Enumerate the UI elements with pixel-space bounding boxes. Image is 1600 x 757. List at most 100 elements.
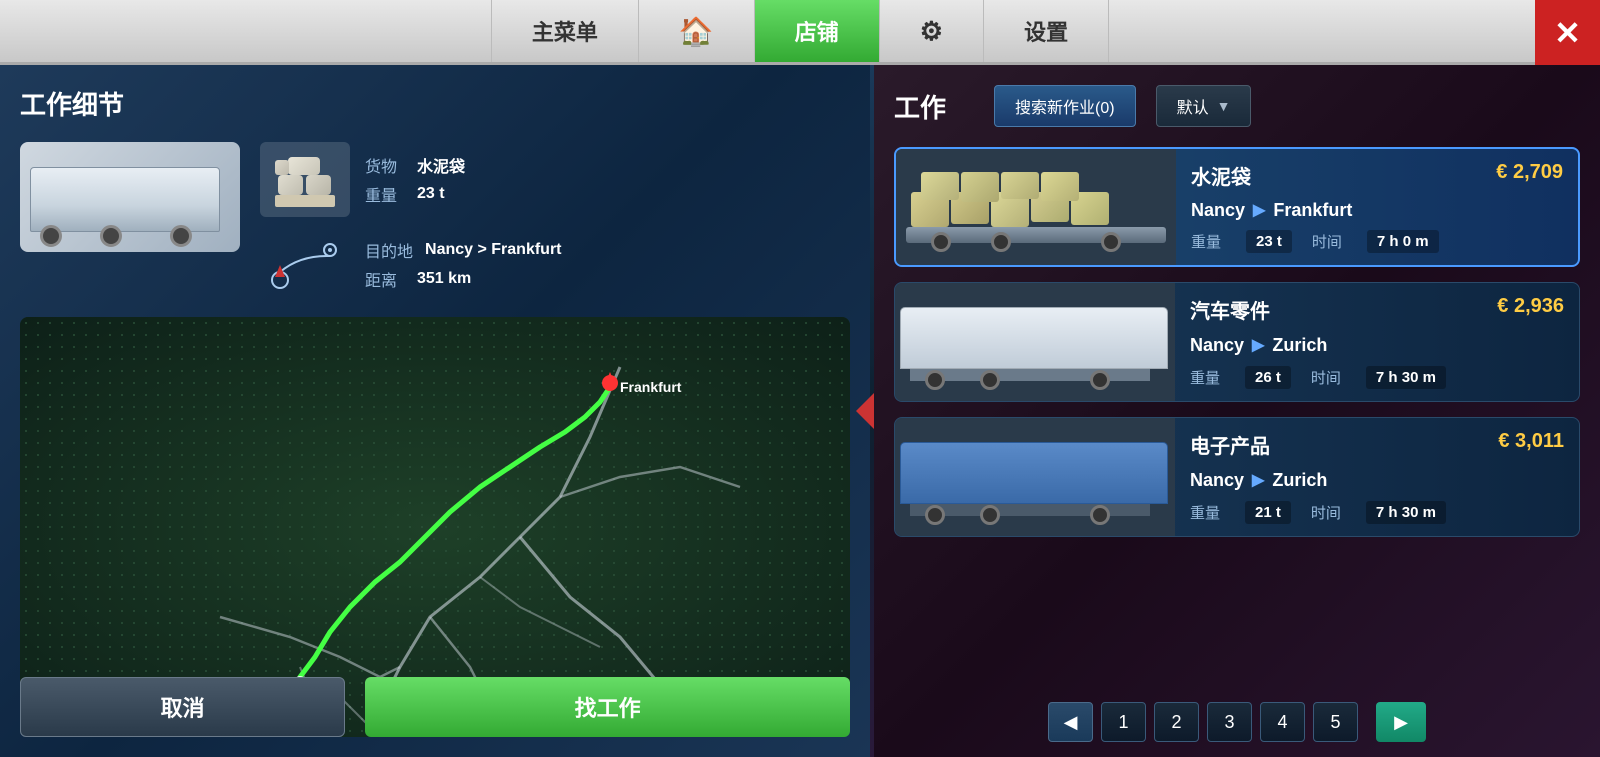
truck-image [20, 142, 240, 252]
job-info-box: 货物 水泥袋 重量 23 t [260, 142, 850, 302]
cargo-label: 货物 [365, 153, 405, 177]
job-card-2[interactable]: 汽车零件 € 2,936 Nancy ▶ Zurich 重量 26 t 时间 7… [894, 282, 1580, 402]
cargo-text-info: 货物 水泥袋 重量 23 t [365, 153, 465, 206]
store-label: 店铺 [795, 15, 839, 47]
route-arrow-icon-2: ▶ [1252, 335, 1264, 355]
default-label: 默认 [1177, 94, 1209, 118]
settings-label: 设置 [1024, 15, 1068, 47]
job-card-info-3: 电子产品 € 3,011 Nancy ▶ Zurich 重量 21 t 时间 7… [1175, 418, 1579, 536]
weight-value-1: 23 t [1246, 230, 1292, 253]
map-svg-overlay: Frankfurt Nancy [20, 317, 850, 737]
job-cargo-name-1: 水泥袋 [1191, 161, 1251, 190]
nav-main-menu[interactable]: 主菜单 [491, 0, 639, 62]
left-panel-job-details: 工作细节 [0, 65, 870, 757]
next-page-button[interactable]: ▶ [1376, 702, 1426, 742]
route-icon [265, 235, 345, 295]
job-card-header-3: 电子产品 € 3,011 [1190, 430, 1564, 459]
time-value-2: 7 h 30 m [1366, 366, 1446, 389]
time-value-1: 7 h 0 m [1367, 230, 1439, 253]
page-1-button[interactable]: 1 [1101, 702, 1146, 742]
job-from-1: Nancy [1191, 200, 1245, 221]
job-to-3: Zurich [1272, 470, 1327, 491]
job-card-info-2: 汽车零件 € 2,936 Nancy ▶ Zurich 重量 26 t 时间 7… [1175, 283, 1579, 401]
job-stats-3: 重量 21 t 时间 7 h 30 m [1190, 501, 1564, 524]
destination-line: 目的地 Nancy > Frankfurt [365, 238, 562, 262]
job-card-image-3 [895, 418, 1175, 536]
destination-row: 目的地 Nancy > Frankfurt 距离 351 km [260, 227, 850, 302]
job-card-header-2: 汽车零件 € 2,936 [1190, 295, 1564, 324]
left-arrow-indicator [856, 393, 874, 429]
job-card-info-1: 水泥袋 € 2,709 Nancy ▶ Frankfurt 重量 23 t 时间… [1176, 149, 1578, 265]
page-4-button[interactable]: 4 [1260, 702, 1305, 742]
job-stats-2: 重量 26 t 时间 7 h 30 m [1190, 366, 1564, 389]
nav-home[interactable]: 🏠 [639, 0, 755, 62]
svg-text:Frankfurt: Frankfurt [620, 379, 682, 395]
nav-gear[interactable]: ⚙ [880, 0, 984, 62]
job-route-2: Nancy ▶ Zurich [1190, 335, 1564, 356]
cancel-button[interactable]: 取消 [20, 677, 345, 737]
weight-line: 重量 23 t [365, 182, 465, 206]
job-route-1: Nancy ▶ Frankfurt [1191, 200, 1563, 221]
wheel-right [170, 225, 192, 247]
nav-store[interactable]: 店铺 [755, 0, 880, 62]
gear-icon: ⚙ [920, 16, 943, 47]
close-button[interactable]: ✕ [1535, 0, 1600, 65]
page-2-button[interactable]: 2 [1154, 702, 1199, 742]
home-icon: 🏠 [679, 15, 714, 48]
right-panel-jobs: 工作 搜索新作业(0) 默认 ▼ [874, 65, 1600, 757]
right-panel-header: 工作 搜索新作业(0) 默认 ▼ [894, 85, 1580, 127]
weight-value-3: 21 t [1245, 501, 1291, 524]
weight-value: 23 t [417, 185, 445, 203]
destination-text-info: 目的地 Nancy > Frankfurt 距离 351 km [365, 238, 562, 291]
distance-value: 351 km [417, 270, 471, 288]
pagination: ◀ 1 2 3 4 5 ▶ [894, 702, 1580, 742]
cargo-pallet-icon [270, 152, 340, 207]
job-from-2: Nancy [1190, 335, 1244, 356]
cargo-value: 水泥袋 [417, 153, 465, 177]
cargo-name-line: 货物 水泥袋 [365, 153, 465, 177]
search-new-job-button[interactable]: 搜索新作业(0) [994, 85, 1136, 127]
bottom-buttons: 取消 找工作 [20, 677, 850, 737]
weight-value-2: 26 t [1245, 366, 1291, 389]
time-label-2: 时间 [1311, 367, 1341, 388]
cargo-row: 货物 水泥袋 重量 23 t [260, 142, 850, 217]
weight-label: 重量 [365, 182, 405, 206]
route-arrow-icon-3: ▶ [1252, 470, 1264, 490]
job-stats-1: 重量 23 t 时间 7 h 0 m [1191, 230, 1563, 253]
job-card[interactable]: 水泥袋 € 2,709 Nancy ▶ Frankfurt 重量 23 t 时间… [894, 147, 1580, 267]
job-from-3: Nancy [1190, 470, 1244, 491]
prev-page-button[interactable]: ◀ [1048, 702, 1093, 742]
job-price-3: € 3,011 [1498, 430, 1564, 453]
weight-label-2: 重量 [1190, 367, 1220, 388]
distance-label: 距离 [365, 267, 405, 291]
main-content: 工作细节 [0, 65, 1600, 757]
page-3-button[interactable]: 3 [1207, 702, 1252, 742]
job-details-top: 货物 水泥袋 重量 23 t [20, 142, 850, 302]
job-card-3[interactable]: 电子产品 € 3,011 Nancy ▶ Zurich 重量 21 t 时间 7… [894, 417, 1580, 537]
job-card-image-2 [895, 283, 1175, 401]
close-icon: ✕ [1554, 14, 1581, 52]
destination-value: Nancy > Frankfurt [425, 241, 561, 259]
left-panel-title: 工作细节 [20, 85, 850, 122]
job-cargo-name-2: 汽车零件 [1190, 295, 1270, 324]
job-card-image-1 [896, 149, 1176, 265]
time-value-3: 7 h 30 m [1366, 501, 1446, 524]
destination-icon-box [260, 227, 350, 302]
right-panel-title: 工作 [894, 88, 974, 125]
top-navigation: 主菜单 🏠 店铺 ⚙ 设置 ✕ [0, 0, 1600, 65]
distance-line: 距离 351 km [365, 267, 562, 291]
job-cards-list: 水泥袋 € 2,709 Nancy ▶ Frankfurt 重量 23 t 时间… [894, 147, 1580, 537]
dropdown-arrow-icon: ▼ [1217, 98, 1231, 114]
page-5-button[interactable]: 5 [1313, 702, 1358, 742]
default-filter-button[interactable]: 默认 ▼ [1156, 85, 1252, 127]
weight-label-3: 重量 [1190, 502, 1220, 523]
nav-settings[interactable]: 设置 [984, 0, 1109, 62]
job-card-header-1: 水泥袋 € 2,709 [1191, 161, 1563, 190]
route-arrow-icon-1: ▶ [1253, 200, 1265, 220]
job-route-3: Nancy ▶ Zurich [1190, 470, 1564, 491]
wheel-mid [100, 225, 122, 247]
find-job-button[interactable]: 找工作 [365, 677, 850, 737]
cargo-icon-box [260, 142, 350, 217]
weight-label-1: 重量 [1191, 231, 1221, 252]
job-to-1: Frankfurt [1273, 200, 1352, 221]
